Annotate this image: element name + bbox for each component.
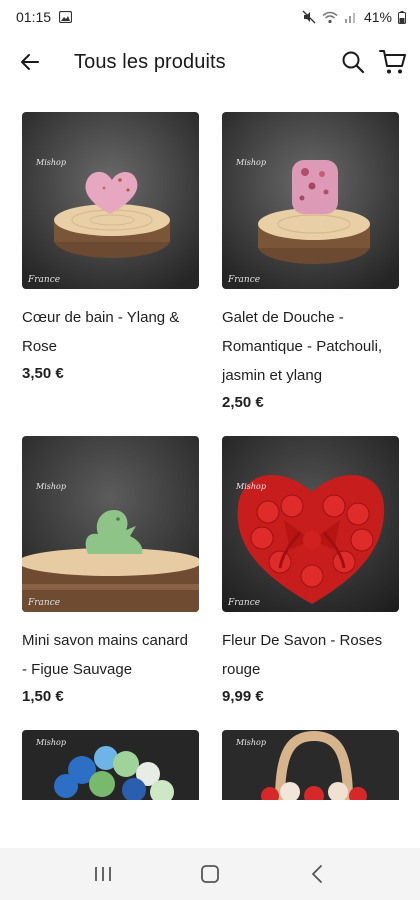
recent-apps-button[interactable] xyxy=(83,854,123,894)
mute-icon xyxy=(302,10,316,24)
product-grid: Mishop France Cœur de bain - Ylang & Ros… xyxy=(22,112,402,800)
product-name: Cœur de bain - Ylang & Rose xyxy=(22,309,180,355)
status-left: 01:15 xyxy=(16,9,73,25)
app-actions xyxy=(336,45,410,79)
soap-roses-box-image xyxy=(222,436,399,612)
cart-button[interactable] xyxy=(376,45,410,79)
search-button[interactable] xyxy=(336,45,370,79)
shower-steamer-image xyxy=(222,112,399,289)
status-right: 41% xyxy=(302,9,406,25)
product-image[interactable]: Mishop xyxy=(222,730,399,800)
product-name: Mini savon mains canard - Figue Sauvage xyxy=(22,632,188,678)
origin-watermark: France xyxy=(228,275,261,285)
product-price: 1,50 € xyxy=(22,688,64,705)
product-price: 3,50 € xyxy=(22,365,64,382)
system-back-button[interactable] xyxy=(297,854,337,894)
recent-apps-icon xyxy=(95,867,112,881)
product-card[interactable]: Mishop France Galet de Douche - Romantiq… xyxy=(222,112,399,436)
brand-watermark: Mishop xyxy=(36,482,66,491)
page-title: Tous les produits xyxy=(74,50,226,73)
brand-watermark: Mishop xyxy=(236,738,266,747)
wifi-icon xyxy=(322,11,338,24)
product-image[interactable]: Mishop France xyxy=(222,112,399,289)
product-card[interactable]: Mishop xyxy=(22,730,199,800)
origin-watermark: France xyxy=(228,598,261,608)
signal-icon xyxy=(344,11,358,23)
duck-soap-image xyxy=(22,436,199,612)
product-image[interactable]: Mishop France xyxy=(22,436,199,612)
back-icon xyxy=(311,865,322,883)
product-price: 2,50 € xyxy=(222,394,264,411)
home-icon xyxy=(201,865,219,883)
status-bar: 01:15 41% xyxy=(0,0,420,34)
brand-watermark: Mishop xyxy=(36,738,66,747)
battery-icon xyxy=(398,10,406,24)
system-nav-bar xyxy=(0,848,420,900)
product-card[interactable]: Mishop xyxy=(222,730,399,800)
product-image[interactable]: Mishop France xyxy=(222,436,399,612)
origin-watermark: France xyxy=(28,275,61,285)
status-time: 01:15 xyxy=(16,9,52,25)
product-name: Galet de Douche - Romantique - Patchouli… xyxy=(222,309,383,384)
brand-watermark: Mishop xyxy=(236,158,266,167)
back-arrow-button[interactable] xyxy=(12,44,48,80)
back-arrow-icon xyxy=(21,54,39,70)
app-bar: Tous les produits xyxy=(0,34,420,90)
search-icon xyxy=(342,51,365,74)
product-price: 9,99 € xyxy=(222,688,264,705)
product-card[interactable]: Mishop France Cœur de bain - Ylang & Ros… xyxy=(22,112,199,436)
product-name: Fleur De Savon - Roses rouge xyxy=(222,632,383,678)
brand-watermark: Mishop xyxy=(36,158,66,167)
gallery-notification-icon xyxy=(59,11,73,23)
home-button[interactable] xyxy=(190,854,230,894)
product-card[interactable]: Mishop France Mini savon mains canard - … xyxy=(22,436,199,730)
cart-icon xyxy=(379,50,406,74)
product-image[interactable]: Mishop France xyxy=(22,112,199,289)
battery-percent: 41% xyxy=(363,9,392,25)
heart-bath-bomb-image xyxy=(22,112,199,289)
product-image[interactable]: Mishop xyxy=(22,730,199,800)
product-card[interactable]: Mishop France Fleur De Savon - Roses rou… xyxy=(222,436,399,730)
origin-watermark: France xyxy=(28,598,61,608)
brand-watermark: Mishop xyxy=(236,482,266,491)
